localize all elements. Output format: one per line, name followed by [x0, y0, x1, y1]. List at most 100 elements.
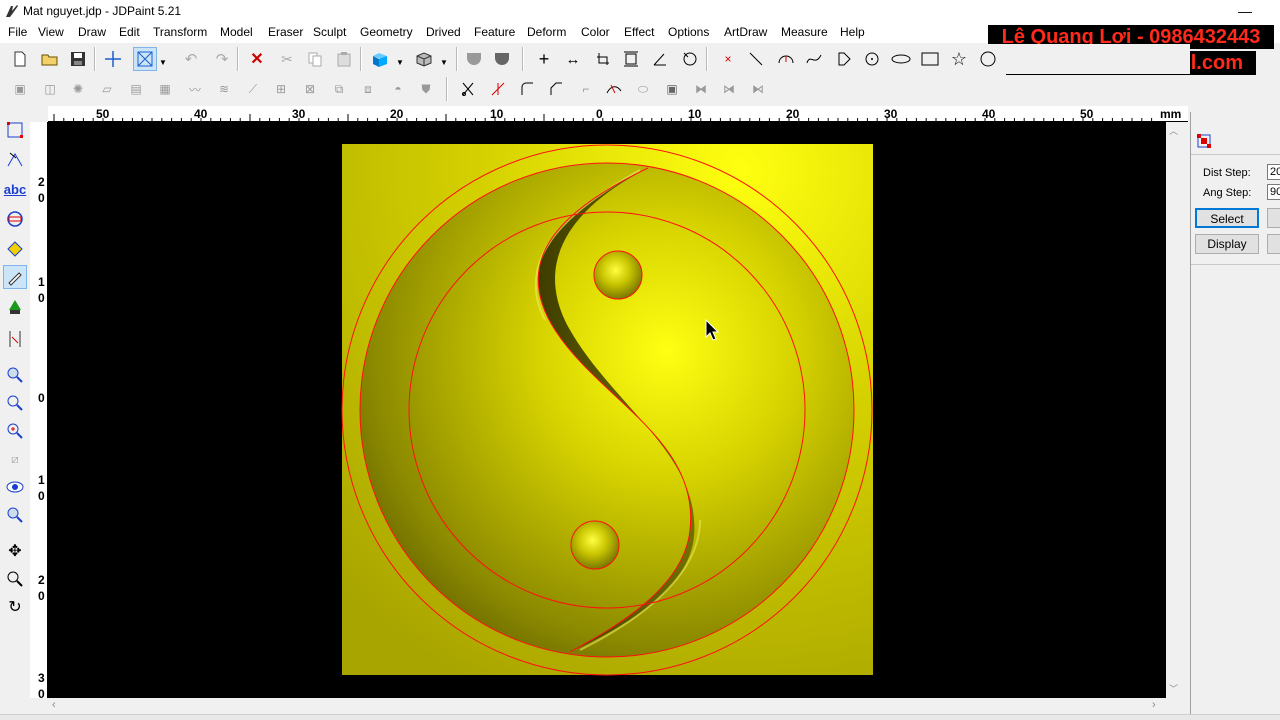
new-file-icon[interactable]	[8, 47, 32, 71]
chevron-down-icon[interactable]: ▼	[396, 58, 404, 67]
break-icon[interactable]	[602, 77, 626, 101]
rect-corner-icon[interactable]	[591, 47, 615, 71]
nodes-edit-icon[interactable]: ⧒	[717, 77, 741, 101]
panel-button-right[interactable]	[1267, 234, 1280, 254]
text-icon[interactable]: abc	[3, 177, 27, 201]
zoom-window-icon[interactable]	[3, 363, 27, 387]
magnify-icon[interactable]	[3, 567, 27, 591]
rotate-view-icon[interactable]: ↻	[3, 595, 27, 619]
drawing-canvas[interactable]	[48, 122, 1166, 698]
split-icon[interactable]: ⧈	[356, 77, 380, 101]
array-icon[interactable]: ▤	[124, 77, 148, 101]
nodes-join-icon[interactable]: ⧑	[746, 77, 770, 101]
panel-button-right[interactable]	[1267, 208, 1280, 228]
shade-front-icon[interactable]	[462, 47, 486, 71]
angle-icon[interactable]	[648, 47, 672, 71]
dist-step-input[interactable]: 20	[1267, 164, 1280, 180]
measure-tool-icon[interactable]	[3, 327, 27, 351]
scroll-left-icon[interactable]: ‹	[52, 699, 56, 711]
crosshair-icon[interactable]	[101, 47, 125, 71]
spline-icon[interactable]	[802, 47, 826, 71]
point-mark-icon[interactable]: ×	[716, 47, 740, 71]
relief-icon[interactable]	[3, 295, 27, 319]
move-icon[interactable]: ✥	[3, 539, 27, 563]
chamfer-icon[interactable]	[544, 77, 568, 101]
save-icon[interactable]	[66, 47, 90, 71]
menu-drived[interactable]: Drived	[426, 25, 461, 39]
minimize-button[interactable]: —	[1222, 0, 1268, 22]
connect-icon[interactable]: ⬭	[631, 77, 655, 101]
menu-file[interactable]: File	[8, 25, 27, 39]
point-icon[interactable]: +	[532, 47, 556, 71]
nodes-icon[interactable]: ⧓	[689, 77, 713, 101]
menu-color[interactable]: Color	[581, 25, 610, 39]
menu-measure[interactable]: Measure	[781, 25, 828, 39]
menu-edit[interactable]: Edit	[119, 25, 140, 39]
scroll-right-icon[interactable]: ›	[1152, 699, 1156, 711]
circle-icon[interactable]	[860, 47, 884, 71]
scroll-down-icon[interactable]: ﹀	[1169, 682, 1178, 695]
node-edit-icon[interactable]	[3, 147, 27, 171]
menu-feature[interactable]: Feature	[474, 25, 515, 39]
paste-icon[interactable]	[332, 47, 356, 71]
select-button[interactable]: Select	[1195, 208, 1259, 228]
polygon-icon[interactable]	[976, 47, 1000, 71]
zoom-in-icon[interactable]	[3, 419, 27, 443]
menu-transform[interactable]: Transform	[153, 25, 207, 39]
vertical-scrollbar[interactable]: ︿ ﹀	[1166, 122, 1182, 698]
offset-icon[interactable]: ⟋	[241, 77, 265, 101]
redo-icon[interactable]: ↷	[210, 47, 234, 71]
menu-eraser[interactable]: Eraser	[268, 25, 303, 39]
group-icon[interactable]: ▣	[8, 77, 32, 101]
zoom-all-icon[interactable]	[3, 503, 27, 527]
color-cube-icon[interactable]	[368, 47, 392, 71]
polyline-icon[interactable]	[832, 47, 856, 71]
zoom-out-icon[interactable]	[3, 391, 27, 415]
scroll-up-icon[interactable]: ︿	[1169, 124, 1178, 137]
trim-icon[interactable]	[456, 77, 480, 101]
dimension-icon[interactable]: ↔	[561, 47, 585, 71]
shape-icon[interactable]	[3, 207, 27, 231]
combine-icon[interactable]: ⧉	[327, 77, 351, 101]
eye-icon[interactable]	[3, 475, 27, 499]
distribute-icon[interactable]: ⊠	[298, 77, 322, 101]
box-dimension-icon[interactable]	[619, 47, 643, 71]
select-rect-icon[interactable]	[3, 118, 27, 142]
grid-array-icon[interactable]: ▦	[153, 77, 177, 101]
menu-model[interactable]: Model	[220, 25, 253, 39]
skew-icon[interactable]: ▱	[95, 77, 119, 101]
align-icon[interactable]: ⊞	[269, 77, 293, 101]
curve-edit-icon[interactable]: 〰	[183, 77, 207, 101]
shade-icon[interactable]: ◓	[386, 77, 410, 101]
wave-icon[interactable]: ≋	[212, 77, 236, 101]
panel-tool-icon[interactable]	[1197, 134, 1211, 148]
arc-icon[interactable]	[774, 47, 798, 71]
mirror-icon[interactable]: ◫	[38, 77, 62, 101]
fillet-icon[interactable]	[515, 77, 539, 101]
extend-icon[interactable]	[486, 77, 510, 101]
menu-view[interactable]: View	[38, 25, 64, 39]
corner-icon[interactable]: ⌐	[574, 77, 598, 101]
menu-effect[interactable]: Effect	[624, 25, 654, 39]
display-button[interactable]: Display	[1195, 234, 1259, 254]
open-folder-icon[interactable]	[38, 47, 62, 71]
shield-icon[interactable]: ⛊	[414, 77, 438, 101]
ellipse-icon[interactable]	[889, 47, 913, 71]
box-view-icon[interactable]	[412, 47, 436, 71]
delete-icon[interactable]: ✕	[245, 47, 269, 71]
shade-back-icon[interactable]	[490, 47, 514, 71]
chevron-down-icon[interactable]: ▼	[440, 58, 448, 67]
sculpt-tool-icon[interactable]	[3, 265, 27, 289]
line-icon[interactable]	[744, 47, 768, 71]
rectangle-icon[interactable]	[918, 47, 942, 71]
chevron-down-icon[interactable]: ▼	[159, 58, 167, 67]
cut-icon[interactable]: ✂	[275, 47, 299, 71]
menu-deform[interactable]: Deform	[527, 25, 566, 39]
menu-help[interactable]: Help	[840, 25, 865, 39]
circle-arrow-icon[interactable]	[678, 47, 702, 71]
fill-icon[interactable]	[3, 237, 27, 261]
copy-icon[interactable]	[303, 47, 327, 71]
menu-sculpt[interactable]: Sculpt	[313, 25, 346, 39]
horizontal-scrollbar[interactable]: ‹ ›	[48, 698, 1166, 714]
menu-options[interactable]: Options	[668, 25, 709, 39]
